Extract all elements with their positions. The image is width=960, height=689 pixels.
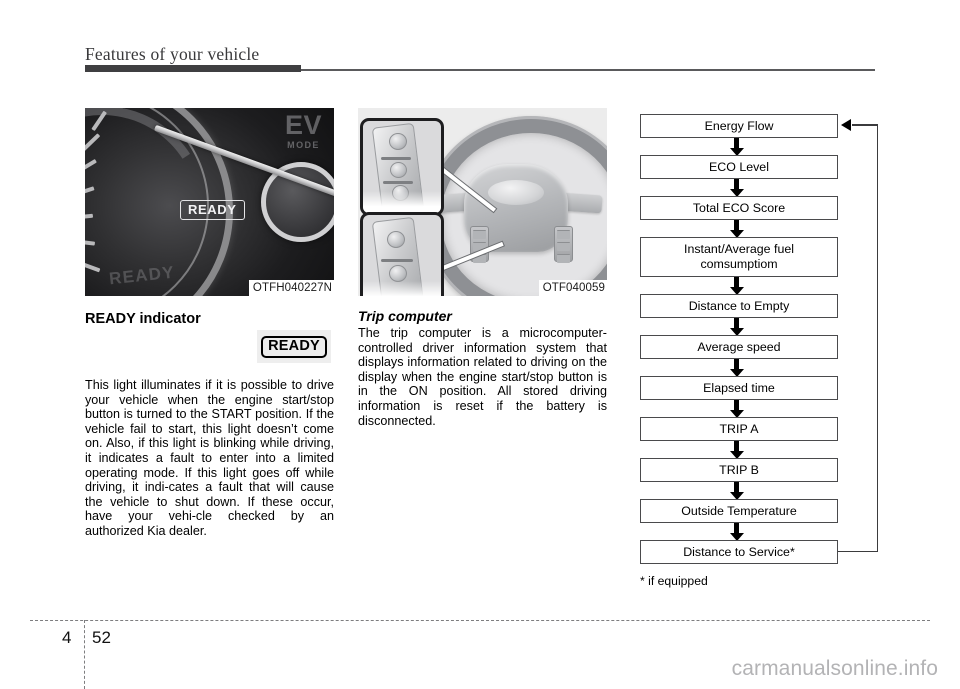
flow-connector-arrow xyxy=(729,482,744,500)
callout-box-lower xyxy=(360,212,444,296)
flow-connector-arrow xyxy=(729,441,744,459)
flow-loop-segment-vertical xyxy=(876,124,879,552)
flow-step-outside-temperature[interactable]: Outside Temperature xyxy=(640,499,838,523)
flow-connector-arrow xyxy=(729,179,744,197)
flow-step-total-eco-score[interactable]: Total ECO Score xyxy=(640,196,838,220)
flow-step-distance-to-service[interactable]: Distance to Service* xyxy=(640,540,838,564)
flow-loop-segment-top xyxy=(852,124,878,126)
steering-wheel-control-pad-right xyxy=(554,226,573,263)
callout-box-upper xyxy=(360,118,444,216)
flow-connector-arrow xyxy=(729,277,744,295)
callout-fade-lower xyxy=(363,281,441,296)
ready-indicator-badge: READY xyxy=(257,330,331,363)
ev-label: EV xyxy=(284,110,322,140)
figure-instrument-cluster: EV MODE READY READY OTFH040227N xyxy=(85,108,334,296)
gauge-hub xyxy=(261,162,334,242)
page-number: 52 xyxy=(92,628,111,647)
stalk-knob-top xyxy=(389,133,407,150)
stalk-knob-top-lower xyxy=(387,231,405,248)
stalk-bar-lower xyxy=(383,181,413,184)
footer-divider xyxy=(30,620,930,621)
flow-connector-arrow xyxy=(729,220,744,238)
page-title: Features of your vehicle xyxy=(85,44,260,64)
figure-caption-cluster: OTFH040227N xyxy=(248,280,334,296)
left-column: EV MODE READY READY OTFH040227N READY in… xyxy=(85,108,334,539)
flowchart-footnote: * if equipped xyxy=(640,574,708,588)
footer-vertical-divider xyxy=(84,620,85,689)
section-heading-trip-computer: Trip computer xyxy=(358,308,452,324)
control-pad-key xyxy=(557,254,570,263)
stalk-bar-upper xyxy=(381,157,411,160)
header-rule-thick xyxy=(85,65,301,72)
flow-step-eco-level[interactable]: ECO Level xyxy=(640,155,838,179)
section-heading-ready-indicator: READY indicator xyxy=(85,311,201,327)
mode-label: MODE xyxy=(287,140,320,150)
flow-connector-arrow xyxy=(729,523,744,541)
trip-computer-paragraph: The trip computer is a microcomputer-con… xyxy=(358,326,607,428)
flow-connector-arrow xyxy=(729,318,744,336)
cluster-ready-indicator: READY xyxy=(180,200,245,220)
ready-badge-label: READY xyxy=(261,335,327,358)
trip-computer-flowchart: Energy Flow ECO Level Total ECO Score In… xyxy=(630,108,880,588)
airbag-emblem xyxy=(488,180,544,205)
right-column: Energy Flow ECO Level Total ECO Score In… xyxy=(630,108,880,588)
flow-step-trip-a[interactable]: TRIP A xyxy=(640,417,838,441)
flow-connector-arrow xyxy=(729,400,744,418)
flow-loop-arrowhead-icon xyxy=(841,119,851,131)
site-watermark: carmanualsonline.info xyxy=(731,657,938,680)
header-rule-thin xyxy=(301,69,875,71)
flow-step-distance-to-empty[interactable]: Distance to Empty xyxy=(640,294,838,318)
control-pad-key xyxy=(473,230,486,239)
flow-connector-arrow xyxy=(729,138,744,156)
stalk-knob-middle xyxy=(390,162,407,178)
control-pad-key xyxy=(557,242,570,251)
flow-step-trip-b[interactable]: TRIP B xyxy=(640,458,838,482)
flow-step-elapsed-time[interactable]: Elapsed time xyxy=(640,376,838,400)
control-pad-key xyxy=(557,230,570,239)
ready-indicator-paragraph: This light illuminates if it is possible… xyxy=(85,378,334,538)
callout-fade-upper xyxy=(363,191,441,213)
flow-step-fuel-consumption[interactable]: Instant/Average fuel comsumptiom xyxy=(640,237,838,277)
flow-step-average-speed[interactable]: Average speed xyxy=(640,335,838,359)
middle-column: OTF040059 Trip computer The trip compute… xyxy=(358,108,607,428)
chapter-number: 4 xyxy=(62,628,72,647)
ev-mode-indicator: EV MODE xyxy=(285,112,322,150)
figure-caption-steering: OTF040059 xyxy=(538,280,607,296)
flow-loop-segment-bottom xyxy=(838,550,878,553)
stalk-knob-bottom-lower xyxy=(389,265,407,282)
flow-connector-arrow xyxy=(729,359,744,377)
stalk-bar-lower-callout xyxy=(381,259,413,262)
figure-steering-wheel: OTF040059 xyxy=(358,108,607,296)
ready-badge-row: READY xyxy=(85,330,334,364)
page-header: Features of your vehicle xyxy=(85,44,875,76)
flow-step-energy-flow[interactable]: Energy Flow xyxy=(640,114,838,138)
